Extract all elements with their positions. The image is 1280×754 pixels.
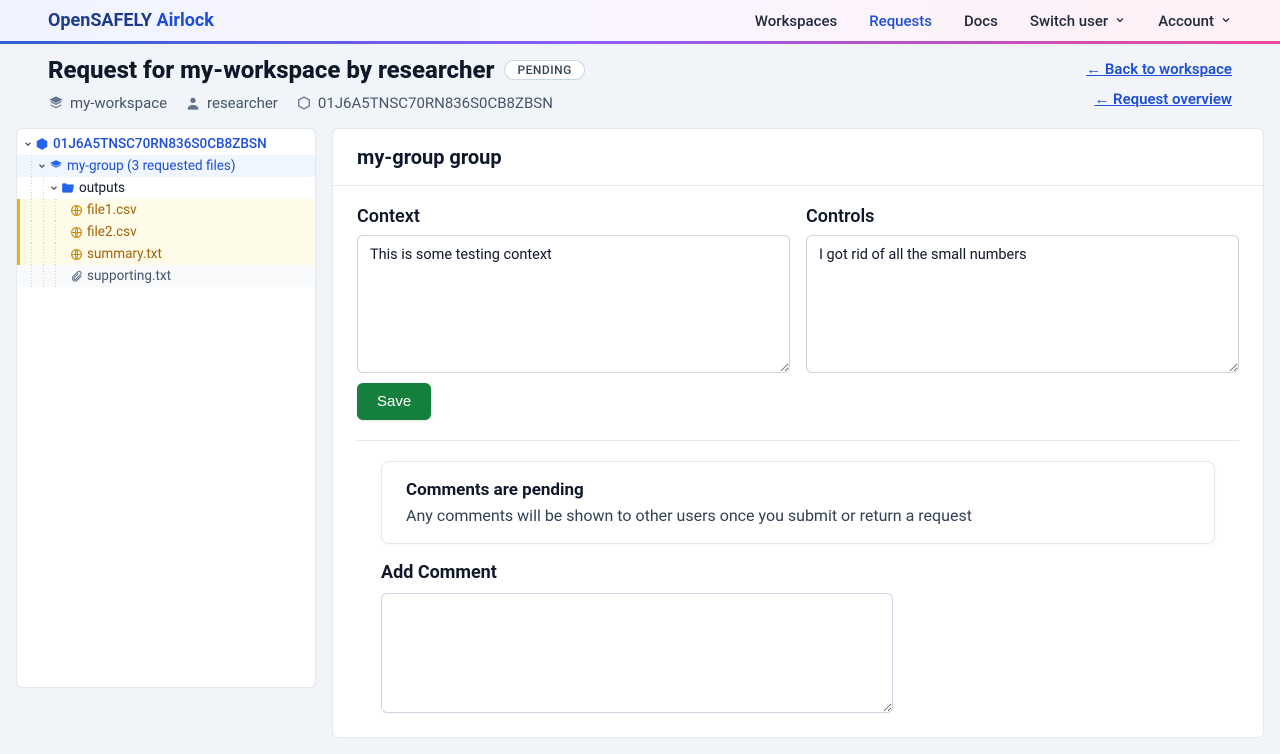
comments-pending-title: Comments are pending bbox=[406, 480, 1190, 500]
tree-group[interactable]: my-group (3 requested files) bbox=[17, 155, 315, 177]
meta-row: my-workspace researcher 01J6A5TNSC70RN83… bbox=[48, 94, 585, 112]
nav-links: Workspaces Requests Docs Switch user Acc… bbox=[755, 12, 1232, 30]
panel-body: Context Controls Save Comments are pendi… bbox=[333, 186, 1263, 737]
layers-icon bbox=[49, 159, 63, 173]
meta-workspace-label: my-workspace bbox=[70, 94, 167, 112]
tree-folder-label: outputs bbox=[79, 180, 125, 196]
tree-folder-outputs[interactable]: outputs bbox=[17, 177, 315, 199]
tree-file-label: file1.csv bbox=[87, 202, 137, 218]
caret-down-icon bbox=[35, 161, 49, 171]
tree-file-label: supporting.txt bbox=[87, 268, 171, 284]
page-header: Request for my-workspace by researcher P… bbox=[0, 44, 1280, 128]
nav-account[interactable]: Account bbox=[1158, 12, 1232, 30]
nav-workspaces[interactable]: Workspaces bbox=[755, 12, 837, 30]
nav-requests-label: Requests bbox=[869, 12, 932, 30]
cube-icon bbox=[296, 95, 312, 111]
folder-open-icon bbox=[61, 181, 75, 195]
nav-switch-user[interactable]: Switch user bbox=[1030, 12, 1126, 30]
nav-requests[interactable]: Requests bbox=[869, 12, 932, 30]
package-icon bbox=[35, 137, 49, 151]
tree-root[interactable]: 01J6A5TNSC70RN836S0CB8ZBSN bbox=[17, 133, 315, 155]
caret-down-icon bbox=[47, 183, 61, 193]
status-badge: PENDING bbox=[504, 60, 584, 80]
user-icon bbox=[185, 95, 201, 111]
tree-root-label: 01J6A5TNSC70RN836S0CB8ZBSN bbox=[53, 136, 267, 152]
add-comment-label: Add Comment bbox=[381, 562, 1215, 583]
header-title-row: Request for my-workspace by researcher P… bbox=[48, 56, 585, 84]
meta-request-id: 01J6A5TNSC70RN836S0CB8ZBSN bbox=[296, 94, 553, 112]
tree-group-label: my-group (3 requested files) bbox=[67, 158, 236, 174]
comments-pending-card: Comments are pending Any comments will b… bbox=[381, 461, 1215, 544]
panel-header: my-group group bbox=[333, 129, 1263, 186]
nav-account-label: Account bbox=[1158, 12, 1214, 30]
back-to-workspace-link[interactable]: ← Back to workspace bbox=[1086, 60, 1232, 78]
chevron-down-icon bbox=[1220, 12, 1232, 30]
nav-switch-user-label: Switch user bbox=[1030, 12, 1108, 30]
context-controls-row: Context Controls bbox=[357, 206, 1239, 373]
save-button[interactable]: Save bbox=[357, 383, 431, 420]
panel-title: my-group group bbox=[357, 145, 1239, 169]
meta-user: researcher bbox=[185, 94, 278, 112]
add-comment-textarea[interactable] bbox=[381, 593, 893, 713]
nav-docs[interactable]: Docs bbox=[964, 12, 998, 30]
context-label: Context bbox=[357, 206, 790, 227]
top-navigation: OpenSAFELY Airlock Workspaces Requests D… bbox=[0, 0, 1280, 44]
request-overview-link[interactable]: ← Request overview bbox=[1094, 90, 1232, 108]
tree-file-file1[interactable]: file1.csv bbox=[17, 199, 315, 221]
tree-file-label: file2.csv bbox=[87, 224, 137, 240]
chevron-down-icon bbox=[1114, 12, 1126, 30]
globe-icon bbox=[69, 247, 83, 261]
nav-docs-label: Docs bbox=[964, 12, 998, 30]
brand-logo[interactable]: OpenSAFELY Airlock bbox=[48, 10, 214, 31]
add-comment-section: Add Comment bbox=[381, 562, 1215, 717]
meta-user-label: researcher bbox=[207, 94, 278, 112]
header-right: ← Back to workspace ← Request overview bbox=[1086, 56, 1232, 108]
tree-file-summary[interactable]: summary.txt bbox=[17, 243, 315, 265]
meta-request-id-label: 01J6A5TNSC70RN836S0CB8ZBSN bbox=[318, 94, 553, 112]
context-textarea[interactable] bbox=[357, 235, 790, 373]
comments-pending-subtitle: Any comments will be shown to other user… bbox=[406, 506, 1190, 525]
page-title: Request for my-workspace by researcher bbox=[48, 56, 494, 84]
context-column: Context bbox=[357, 206, 790, 373]
globe-icon bbox=[69, 203, 83, 217]
controls-label: Controls bbox=[806, 206, 1239, 227]
file-tree: 01J6A5TNSC70RN836S0CB8ZBSN my-group (3 r… bbox=[16, 128, 316, 688]
controls-textarea[interactable] bbox=[806, 235, 1239, 373]
globe-icon bbox=[69, 225, 83, 239]
tree-file-supporting[interactable]: supporting.txt bbox=[17, 265, 315, 287]
tree-file-label: summary.txt bbox=[87, 246, 162, 262]
header-left: Request for my-workspace by researcher P… bbox=[48, 56, 585, 112]
divider bbox=[357, 440, 1239, 441]
brand-text-2: Airlock bbox=[157, 10, 214, 31]
layout: 01J6A5TNSC70RN836S0CB8ZBSN my-group (3 r… bbox=[0, 128, 1280, 754]
paperclip-icon bbox=[69, 269, 83, 283]
caret-down-icon bbox=[21, 139, 35, 149]
brand-text-1: OpenSAFELY bbox=[48, 10, 157, 31]
controls-column: Controls bbox=[806, 206, 1239, 373]
tree-file-file2[interactable]: file2.csv bbox=[17, 221, 315, 243]
layers-icon bbox=[48, 95, 64, 111]
nav-workspaces-label: Workspaces bbox=[755, 12, 837, 30]
meta-workspace: my-workspace bbox=[48, 94, 167, 112]
main-panel: my-group group Context Controls Save Com… bbox=[332, 128, 1264, 738]
